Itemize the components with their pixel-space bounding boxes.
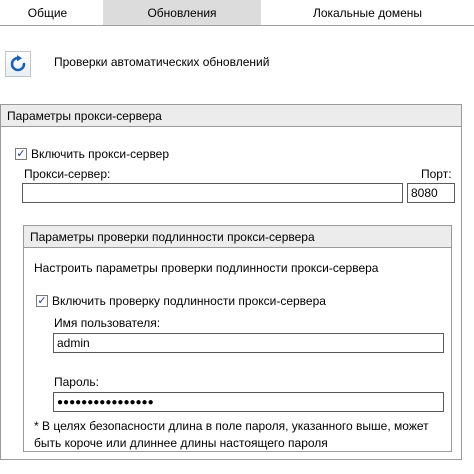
proxy-auth-header: Параметры проверки подлинности прокси-се… <box>24 226 451 248</box>
tab-bar: Общие Обновления Локальные домены <box>0 0 474 26</box>
password-label: Пароль: <box>54 375 99 389</box>
proxy-server-label: Прокси-сервер: <box>24 167 111 181</box>
proxy-auth-description: Настроить параметры проверки подлинности… <box>34 261 379 275</box>
auto-updates-label[interactable]: Проверки автоматических обновлений <box>54 55 269 69</box>
refresh-icon[interactable] <box>5 51 31 77</box>
proxy-auth-group: Параметры проверки подлинности прокси-се… <box>23 225 452 452</box>
enable-proxy-label[interactable]: Включить прокси-сервер <box>31 147 169 161</box>
password-note-line-1: * В целях безопасности длина в поле паро… <box>34 419 429 433</box>
proxy-server-input[interactable] <box>22 183 403 203</box>
enable-auth-row: ✓ Включить проверку подлинности прокси-с… <box>36 294 326 308</box>
proxy-settings-group: Параметры прокси-сервера ✓ Включить прок… <box>0 104 462 460</box>
username-input[interactable]: admin <box>53 333 444 353</box>
port-label: Порт: <box>421 167 452 181</box>
username-label: Имя пользователя: <box>54 316 161 330</box>
enable-proxy-checkbox[interactable]: ✓ <box>15 148 27 160</box>
port-input[interactable]: 8080 <box>407 183 455 203</box>
auto-updates-row: Проверки автоматических обновлений <box>0 26 474 104</box>
tab-local-domains[interactable]: Локальные домены <box>261 0 474 25</box>
enable-auth-checkbox[interactable]: ✓ <box>36 295 48 307</box>
tab-general[interactable]: Общие <box>0 0 95 25</box>
refresh-icon-graphic <box>10 55 26 72</box>
tab-updates[interactable]: Обновления <box>103 0 261 25</box>
password-note-line-2: быть короче или длиннее длины настоящего… <box>34 436 328 450</box>
password-input[interactable]: ●●●●●●●●●●●●●●●● <box>53 392 444 412</box>
enable-proxy-row: ✓ Включить прокси-сервер <box>15 147 169 161</box>
enable-auth-label[interactable]: Включить проверку подлинности прокси-сер… <box>52 294 326 308</box>
proxy-settings-header: Параметры прокси-сервера <box>1 105 461 127</box>
